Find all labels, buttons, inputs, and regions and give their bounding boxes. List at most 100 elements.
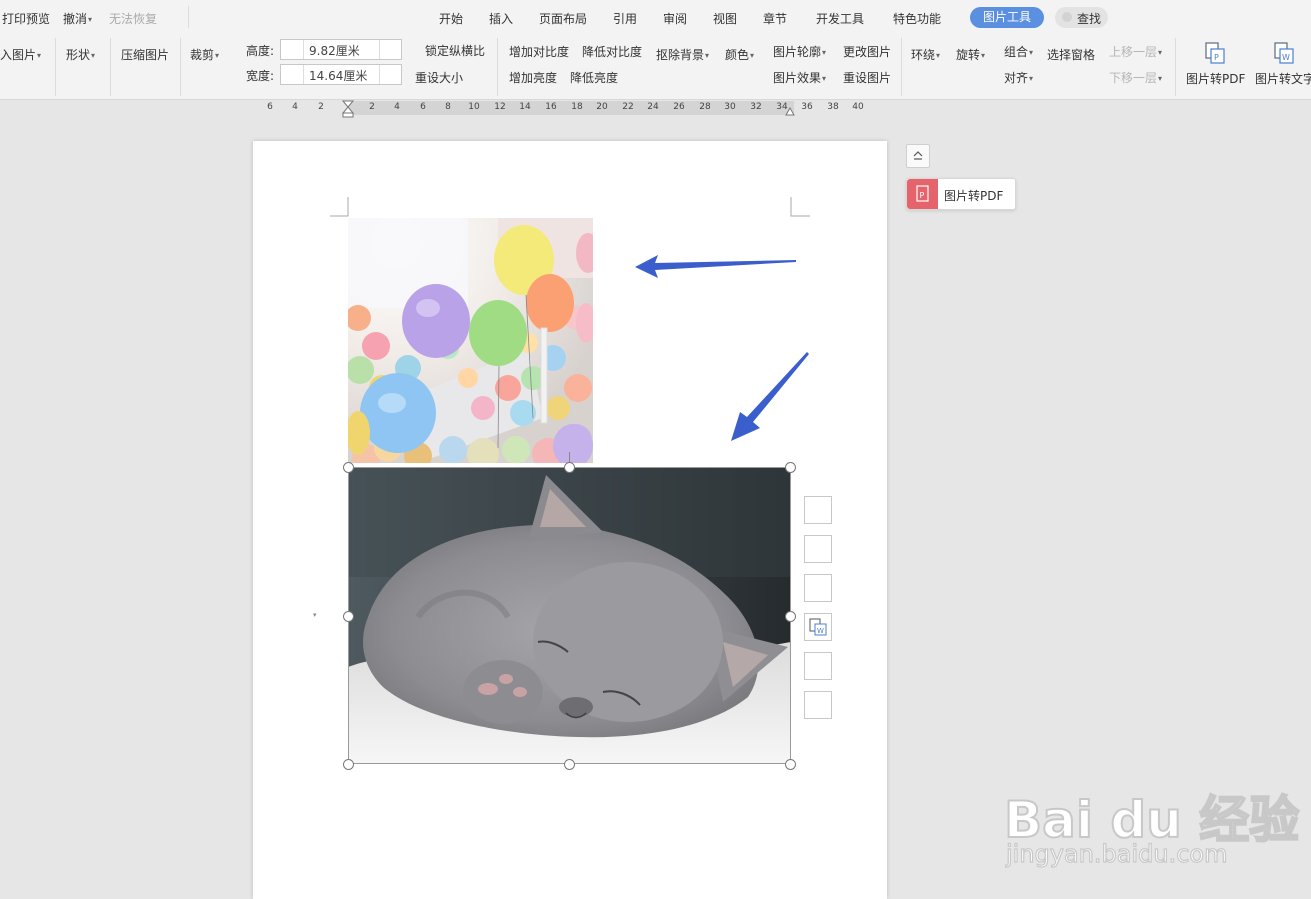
- resize-handle-bottom-right[interactable]: [785, 759, 796, 770]
- width-field[interactable]: 14.64厘米: [280, 64, 402, 85]
- annotation-arrow-down-left: [731, 352, 809, 441]
- lock-ratio-checkbox[interactable]: 锁定纵横比: [425, 42, 485, 59]
- resize-handle-bottom-left[interactable]: [343, 759, 354, 770]
- divider: [180, 38, 181, 96]
- increase-brightness-button[interactable]: 增加亮度: [509, 69, 557, 86]
- floating-picture-to-pdf-button[interactable]: P 图片转PDF: [906, 178, 1016, 210]
- send-backward-label: 下移一层: [1109, 71, 1158, 85]
- print-preview-button[interactable]: 打印预览: [2, 10, 50, 27]
- horizontal-ruler[interactable]: 6 4 2 2 4 6 8 10 12 14 16 18 20 22 24 26…: [262, 100, 872, 118]
- increase-contrast-button[interactable]: 增加对比度: [509, 43, 569, 60]
- selection-pane-button[interactable]: 选择窗格: [1047, 46, 1095, 63]
- ruler-number: 24: [647, 102, 659, 112]
- bring-forward-button[interactable]: 上移一层▾: [1109, 43, 1162, 60]
- rotate-button[interactable]: 旋转▾: [956, 46, 985, 63]
- divider: [303, 40, 304, 59]
- send-backward-button[interactable]: 下移一层▾: [1109, 69, 1162, 86]
- chevron-down-icon: ▾: [1029, 74, 1034, 83]
- compress-picture-button[interactable]: 压缩图片: [121, 46, 169, 63]
- resize-handle-bottom[interactable]: [564, 759, 575, 770]
- align-button[interactable]: 对齐▾: [1004, 69, 1033, 86]
- resize-handle-right[interactable]: [785, 611, 796, 622]
- ruler-number: 22: [622, 102, 634, 112]
- change-picture-button[interactable]: 更改图片: [843, 43, 891, 60]
- color-button[interactable]: 颜色▾: [725, 46, 754, 63]
- ruler-number: 28: [699, 102, 711, 112]
- ruler-number: 4: [394, 102, 400, 112]
- reset-size-button[interactable]: 重设大小: [415, 69, 463, 86]
- divider: [901, 38, 902, 96]
- chevron-down-icon: ▾: [822, 48, 827, 57]
- height-label: 高度:: [246, 44, 275, 58]
- crop-button[interactable]: 裁剪▾: [190, 46, 219, 63]
- find-button[interactable]: 查找: [1055, 7, 1108, 28]
- decrease-contrast-button[interactable]: 降低对比度: [582, 43, 642, 60]
- picture-to-pdf-icon: P: [1205, 42, 1225, 64]
- group-button[interactable]: 组合▾: [1004, 43, 1033, 60]
- resize-handle-top[interactable]: [564, 462, 575, 473]
- divider: [379, 65, 380, 84]
- svg-text:P: P: [1214, 53, 1219, 62]
- ruler-number: 40: [852, 102, 864, 112]
- collapse-panel-button[interactable]: [906, 144, 930, 168]
- tab-references[interactable]: 引用: [613, 10, 637, 27]
- picture-action-button[interactable]: [804, 574, 832, 602]
- ruler-number: 6: [420, 102, 426, 112]
- tab-view[interactable]: 视图: [713, 10, 737, 27]
- rotate-handle-stem: [569, 452, 570, 462]
- ruler-number: 36: [801, 102, 813, 112]
- reset-picture-button[interactable]: 重设图片: [843, 69, 891, 86]
- shape-button[interactable]: 形状▾: [66, 46, 95, 63]
- right-indent-marker[interactable]: [785, 106, 795, 116]
- indent-marker[interactable]: [342, 100, 354, 118]
- insert-picture-button[interactable]: 入图片▾: [0, 46, 41, 63]
- ribbon: 入图片▾ 形状▾ 压缩图片 裁剪▾ 高度: 9.82厘米 宽度: 14.64厘米…: [0, 34, 1311, 100]
- remove-background-button[interactable]: 抠除背景▾: [656, 46, 709, 63]
- height-field[interactable]: 9.82厘米: [280, 39, 402, 60]
- picture-outline-button[interactable]: 图片轮廓▾: [773, 43, 826, 60]
- group-label: 组合: [1004, 45, 1029, 59]
- tab-special-features[interactable]: 特色功能: [893, 10, 941, 27]
- balloons-image[interactable]: [348, 218, 593, 463]
- picture-effects-label: 图片效果: [773, 71, 822, 85]
- tab-picture-tools[interactable]: 图片工具: [970, 7, 1044, 28]
- wrap-button[interactable]: 环绕▾: [911, 46, 940, 63]
- tab-developer[interactable]: 开发工具: [816, 10, 864, 27]
- sleeping-cat-picture: [348, 467, 791, 764]
- chevron-down-icon: ▾: [705, 51, 710, 60]
- resize-handle-top-right[interactable]: [785, 462, 796, 473]
- ruler-number: 30: [724, 102, 736, 112]
- tab-insert[interactable]: 插入: [489, 10, 513, 27]
- baidu-watermark-url: jingyan.baidu.com: [1005, 839, 1228, 868]
- resize-handle-left[interactable]: [343, 611, 354, 622]
- color-label: 颜色: [725, 48, 750, 62]
- tab-home[interactable]: 开始: [439, 10, 463, 27]
- picture-action-button[interactable]: [804, 691, 832, 719]
- cat-image[interactable]: [348, 467, 791, 764]
- picture-to-text-quick-button[interactable]: W: [804, 613, 832, 641]
- ruler-number: 8: [445, 102, 451, 112]
- tab-page-layout[interactable]: 页面布局: [539, 10, 587, 27]
- picture-effects-button[interactable]: 图片效果▾: [773, 69, 826, 86]
- layout-options-button[interactable]: [804, 496, 832, 524]
- picture-outline-label: 图片轮廓: [773, 45, 822, 59]
- ruler-number: 32: [750, 102, 762, 112]
- tab-chapter[interactable]: 章节: [763, 10, 787, 27]
- picture-action-button[interactable]: [804, 535, 832, 563]
- height-value: 9.82厘米: [309, 44, 360, 58]
- menu-bar: 打印预览 撤消▾ 无法恢复 开始 插入 页面布局 引用 审阅 视图 章节 开发工…: [0, 0, 1311, 34]
- shape-label: 形状: [66, 48, 91, 62]
- picture-to-text-icon: W: [1274, 42, 1294, 64]
- picture-action-button[interactable]: [804, 652, 832, 680]
- chevron-down-icon: ▾: [822, 74, 827, 83]
- resize-handle-top-left[interactable]: [343, 462, 354, 473]
- find-label: 查找: [1077, 12, 1102, 26]
- tab-review[interactable]: 审阅: [663, 10, 687, 27]
- ruler-number: 16: [545, 102, 557, 112]
- undo-button[interactable]: 撤消▾: [63, 10, 92, 27]
- decrease-brightness-button[interactable]: 降低亮度: [570, 69, 618, 86]
- rotate-label: 旋转: [956, 48, 981, 62]
- svg-text:P: P: [920, 191, 925, 200]
- redo-button[interactable]: 无法恢复: [109, 10, 157, 27]
- ruler-number: 12: [494, 102, 506, 112]
